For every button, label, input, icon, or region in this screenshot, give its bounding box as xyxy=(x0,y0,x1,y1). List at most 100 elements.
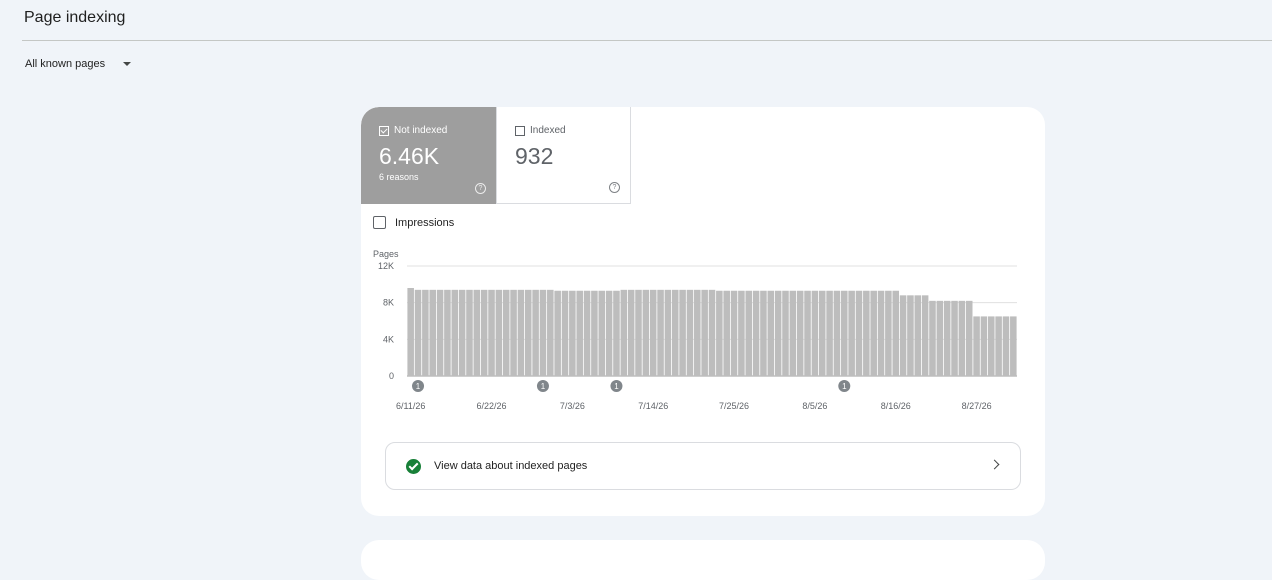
bar xyxy=(892,290,900,376)
bar xyxy=(980,316,988,376)
bar xyxy=(473,289,481,376)
bar xyxy=(694,289,701,376)
bar xyxy=(723,290,730,376)
bar xyxy=(995,316,1002,376)
bar xyxy=(517,289,525,376)
pages-chart: Pages 0 4K 8K 12K 6/11/26 6/22/26 7/3/26 7/14/26… xyxy=(360,245,1030,420)
bar xyxy=(752,290,760,376)
annotation-label: 1 xyxy=(416,382,421,391)
bar xyxy=(907,295,914,376)
tile-label: Not indexed xyxy=(394,125,448,136)
annotation-label: 1 xyxy=(541,382,546,391)
page-title: Page indexing xyxy=(24,9,126,26)
bar xyxy=(863,290,870,376)
page-filter-label: All known pages xyxy=(25,58,106,70)
tile-indexed[interactable]: Indexed 932 ? xyxy=(496,107,631,204)
tile-label: Indexed xyxy=(530,125,566,136)
bar xyxy=(458,289,466,376)
bar xyxy=(958,300,966,376)
bar xyxy=(929,300,936,376)
bar xyxy=(532,289,539,376)
x-tick-label: 7/3/26 xyxy=(560,401,585,411)
bar xyxy=(738,290,745,376)
bar xyxy=(686,289,694,376)
bar xyxy=(760,290,767,376)
bar xyxy=(782,290,789,376)
impressions-toggle[interactable]: Impressions xyxy=(373,216,454,229)
bar xyxy=(774,290,782,376)
bar xyxy=(642,289,650,376)
bar xyxy=(649,289,657,376)
bar xyxy=(826,290,833,376)
tile-not-indexed[interactable]: Not indexed 6.46K 6 reasons ? xyxy=(361,107,496,204)
bar xyxy=(885,290,892,376)
bar xyxy=(943,300,951,376)
bar xyxy=(436,289,444,376)
bar xyxy=(524,289,532,376)
bar xyxy=(576,290,583,376)
x-tick-label: 8/5/26 xyxy=(802,401,827,411)
checkbox-unchecked-icon xyxy=(515,125,525,136)
bar xyxy=(664,289,672,376)
bar xyxy=(767,290,775,376)
bar xyxy=(480,289,488,376)
bar xyxy=(488,289,495,376)
header-divider xyxy=(22,40,1272,41)
pages-chart-svg: Pages 0 4K 8K 12K 6/11/26 6/22/26 7/3/26 7/14/26… xyxy=(373,249,1017,411)
bar xyxy=(804,290,811,376)
bar xyxy=(818,290,826,376)
bar xyxy=(598,290,606,376)
bar xyxy=(547,289,554,376)
bar xyxy=(848,290,855,376)
x-tick-label: 6/22/26 xyxy=(477,401,507,411)
annotation-label: 1 xyxy=(614,382,619,391)
bar xyxy=(671,289,679,376)
bar xyxy=(855,290,863,376)
bar xyxy=(613,290,620,376)
bar xyxy=(620,289,628,376)
bar xyxy=(429,289,436,376)
bar xyxy=(1010,316,1017,376)
y-axis-label: Pages xyxy=(373,249,399,259)
bar xyxy=(569,290,576,376)
view-indexed-pages-label: View data about indexed pages xyxy=(434,460,588,472)
bar xyxy=(870,290,877,376)
bar xyxy=(407,288,414,376)
checkbox-checked-icon xyxy=(379,125,389,136)
bar xyxy=(591,290,598,376)
secondary-card xyxy=(361,540,1045,580)
bar xyxy=(988,316,995,376)
bar xyxy=(936,300,944,376)
bar xyxy=(679,289,686,376)
view-indexed-pages-button[interactable]: View data about indexed pages xyxy=(385,442,1021,490)
bar xyxy=(657,289,664,376)
bar xyxy=(554,290,561,376)
impressions-checkbox[interactable] xyxy=(373,216,386,229)
bar xyxy=(951,300,958,376)
bar xyxy=(789,290,797,376)
y-tick-label: 12K xyxy=(378,261,394,271)
bar xyxy=(510,289,517,376)
bar xyxy=(502,289,510,376)
x-tick-label: 8/27/26 xyxy=(962,401,992,411)
help-icon[interactable]: ? xyxy=(609,182,620,193)
bar xyxy=(716,290,723,376)
bar xyxy=(539,289,547,376)
check-circle-icon xyxy=(406,458,421,474)
bar xyxy=(627,289,635,376)
bar xyxy=(635,289,642,376)
bar xyxy=(495,289,503,376)
bar xyxy=(561,290,569,376)
bar xyxy=(973,316,980,376)
help-icon[interactable]: ? xyxy=(475,183,486,194)
impressions-label: Impressions xyxy=(395,216,455,229)
bar xyxy=(422,289,429,376)
bar xyxy=(708,289,716,376)
chevron-right-icon xyxy=(989,459,1000,470)
bar xyxy=(745,290,753,376)
y-tick-label: 8K xyxy=(383,298,394,308)
tile-subtext: 6 reasons xyxy=(379,172,419,182)
bar xyxy=(444,289,451,376)
bar xyxy=(899,295,907,376)
page-filter-dropdown[interactable]: All known pages xyxy=(25,58,132,70)
